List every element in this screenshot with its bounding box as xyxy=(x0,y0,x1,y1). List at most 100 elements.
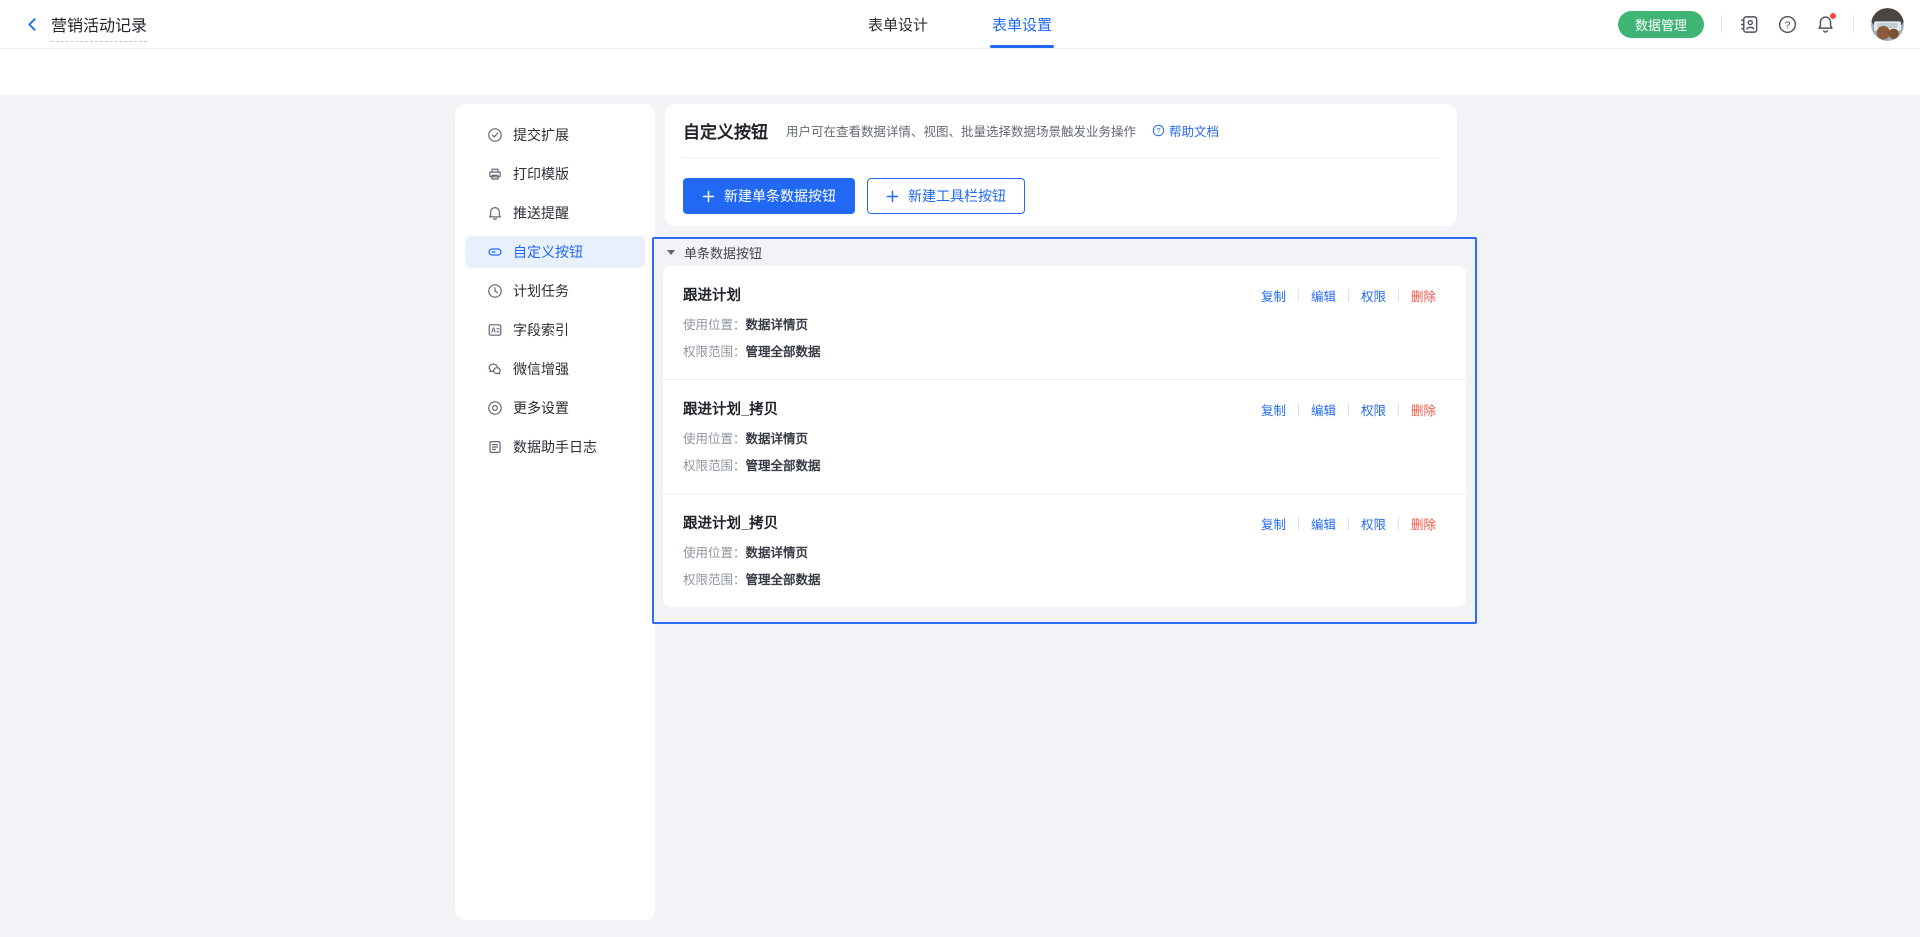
edit-link[interactable]: 编辑 xyxy=(1311,514,1336,533)
perm-value: 管理全部数据 xyxy=(746,345,821,359)
edit-link[interactable]: 编辑 xyxy=(1311,286,1336,305)
button-name: 跟进计划_拷贝 xyxy=(683,515,1261,533)
divider xyxy=(1721,15,1722,33)
button-entry: 跟进计划_拷贝 复制 编辑 权限 删除 使用位置：数据详情页 权限范围：管理全部… xyxy=(663,379,1466,493)
entry-actions: 复制 编辑 权限 删除 xyxy=(1261,400,1436,419)
copy-link[interactable]: 复制 xyxy=(1261,286,1286,305)
check-circle-icon xyxy=(487,127,503,143)
tab-bar: 表单设计 表单设置 xyxy=(868,0,1052,48)
sidebar-item-data-assistant-log[interactable]: 数据助手日志 xyxy=(465,431,645,463)
sidebar-item-field-index[interactable]: A 字段索引 xyxy=(465,314,645,346)
divider xyxy=(1298,517,1299,530)
sidebar-item-more-settings[interactable]: 更多设置 xyxy=(465,392,645,424)
sidebar-item-submit-extension[interactable]: 提交扩展 xyxy=(465,119,645,151)
perm-label: 权限范围： xyxy=(683,573,746,587)
button-entry: 跟进计划 复制 编辑 权限 删除 使用位置：数据详情页 权限范围：管理全部数据 xyxy=(663,266,1466,379)
topbar-actions: 数据管理 ? xyxy=(1618,0,1904,48)
sidebar-item-print-template[interactable]: 打印模版 xyxy=(465,158,645,190)
notification-dot xyxy=(1829,12,1837,20)
data-manage-button[interactable]: 数据管理 xyxy=(1618,11,1704,38)
usage-label: 使用位置： xyxy=(683,318,746,332)
section-collapse-header[interactable]: 单条数据按钮 xyxy=(654,239,1475,266)
plus-icon xyxy=(702,190,715,203)
sidebar-item-wechat-enhance[interactable]: 微信增强 xyxy=(465,353,645,385)
section-label: 单条数据按钮 xyxy=(684,243,762,262)
sidebar-item-label: 微信增强 xyxy=(513,359,569,379)
help-circle-icon: ? xyxy=(1152,124,1165,137)
sidebar-item-label: 自定义按钮 xyxy=(513,242,583,262)
button-list-card: 跟进计划 复制 编辑 权限 删除 使用位置：数据详情页 权限范围：管理全部数据 … xyxy=(663,266,1466,607)
section-description: 用户可在查看数据详情、视图、批量选择数据场景触发业务操作 xyxy=(786,121,1136,140)
delete-link[interactable]: 删除 xyxy=(1411,514,1436,533)
bell-icon[interactable] xyxy=(1815,14,1836,35)
divider xyxy=(1398,289,1399,302)
sidebar-item-push-reminder[interactable]: 推送提醒 xyxy=(465,197,645,229)
sidebar-item-label: 打印模版 xyxy=(513,164,569,184)
permission-link[interactable]: 权限 xyxy=(1361,514,1386,533)
divider xyxy=(1398,403,1399,416)
sidebar-item-label: 提交扩展 xyxy=(513,125,569,145)
sidebar-item-scheduled-tasks[interactable]: 计划任务 xyxy=(465,275,645,307)
entry-actions: 复制 编辑 权限 删除 xyxy=(1261,514,1436,533)
usage-value: 数据详情页 xyxy=(746,432,809,446)
new-single-record-button[interactable]: 新建单条数据按钮 xyxy=(683,178,855,214)
permission-link[interactable]: 权限 xyxy=(1361,286,1386,305)
permission-link[interactable]: 权限 xyxy=(1361,400,1386,419)
perm-label: 权限范围： xyxy=(683,345,746,359)
svg-text:?: ? xyxy=(1156,126,1160,135)
custom-button-header-card: 自定义按钮 用户可在查看数据详情、视图、批量选择数据场景触发业务操作 ? 帮助文… xyxy=(665,104,1457,226)
entry-actions: 复制 编辑 权限 删除 xyxy=(1261,286,1436,305)
button-capsule-icon xyxy=(487,244,503,260)
back-icon[interactable] xyxy=(24,16,41,33)
log-icon xyxy=(487,439,503,455)
button-entry: 跟进计划_拷贝 复制 编辑 权限 删除 使用位置：数据详情页 权限范围：管理全部… xyxy=(663,493,1466,607)
help-icon[interactable]: ? xyxy=(1777,14,1798,35)
svg-text:A: A xyxy=(491,328,496,335)
breadcrumb: 营销活动记录 xyxy=(24,0,147,48)
printer-icon xyxy=(487,166,503,182)
sidebar-item-label: 推送提醒 xyxy=(513,203,569,223)
edit-link[interactable]: 编辑 xyxy=(1311,400,1336,419)
copy-link[interactable]: 复制 xyxy=(1261,400,1286,419)
svg-text:?: ? xyxy=(1785,19,1791,31)
plus-icon xyxy=(886,190,899,203)
perm-value: 管理全部数据 xyxy=(746,573,821,587)
new-toolbar-button[interactable]: 新建工具栏按钮 xyxy=(867,178,1025,214)
clock-icon xyxy=(487,283,503,299)
button-name: 跟进计划_拷贝 xyxy=(683,401,1261,419)
settings-icon xyxy=(487,400,503,416)
usage-label: 使用位置： xyxy=(683,432,746,446)
tab-form-design[interactable]: 表单设计 xyxy=(868,0,928,48)
divider xyxy=(1298,289,1299,302)
sidebar-item-custom-button[interactable]: 自定义按钮 xyxy=(465,236,645,268)
copy-link[interactable]: 复制 xyxy=(1261,514,1286,533)
divider xyxy=(1298,403,1299,416)
avatar[interactable] xyxy=(1871,8,1904,41)
header-title-row: 自定义按钮 用户可在查看数据详情、视图、批量选择数据场景触发业务操作 ? 帮助文… xyxy=(683,104,1439,158)
divider xyxy=(1348,517,1349,530)
perm-value: 管理全部数据 xyxy=(746,459,821,473)
field-index-icon: A xyxy=(487,322,503,338)
usage-value: 数据详情页 xyxy=(746,318,809,332)
wechat-icon xyxy=(487,361,503,377)
page-title[interactable]: 营销活动记录 xyxy=(51,12,147,42)
perm-label: 权限范围： xyxy=(683,459,746,473)
usage-label: 使用位置： xyxy=(683,546,746,560)
sidebar-item-label: 更多设置 xyxy=(513,398,569,418)
help-doc-link[interactable]: ? 帮助文档 xyxy=(1152,121,1219,140)
delete-link[interactable]: 删除 xyxy=(1411,286,1436,305)
sidebar-item-label: 数据助手日志 xyxy=(513,437,597,457)
contact-book-icon[interactable] xyxy=(1739,14,1760,35)
settings-sidebar: 提交扩展 打印模版 推送提醒 自定义按钮 计划任务 A 字段索引 xyxy=(455,104,655,920)
sidebar-item-label: 计划任务 xyxy=(513,281,569,301)
single-record-button-section[interactable]: 单条数据按钮 跟进计划 复制 编辑 权限 删除 使用位置：数据详情页 权限范围：… xyxy=(652,237,1477,624)
tab-form-settings[interactable]: 表单设置 xyxy=(992,0,1052,48)
header-buttons-row: 新建单条数据按钮 新建工具栏按钮 xyxy=(683,178,1439,214)
topbar: 营销活动记录 表单设计 表单设置 数据管理 ? xyxy=(0,0,1920,49)
chevron-down-icon xyxy=(667,250,675,255)
sidebar-item-label: 字段索引 xyxy=(513,320,569,340)
divider xyxy=(1348,403,1349,416)
divider xyxy=(1398,517,1399,530)
divider xyxy=(1853,15,1854,33)
delete-link[interactable]: 删除 xyxy=(1411,400,1436,419)
